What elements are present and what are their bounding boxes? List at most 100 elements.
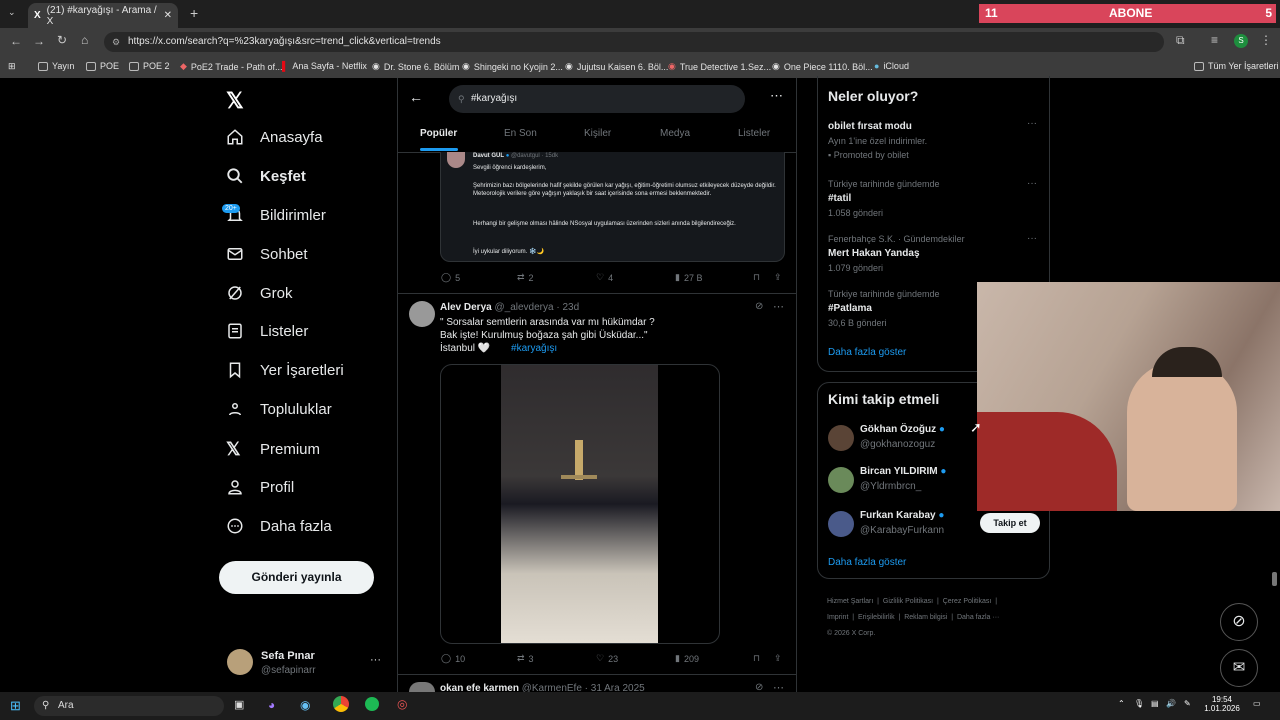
all-bookmarks[interactable]: Tüm Yer İşaretleri xyxy=(1194,61,1279,71)
url-field[interactable]: ⚙ https://x.com/search?q=%23karyağışı&sr… xyxy=(104,32,1164,52)
nav-grok[interactable]: Grok xyxy=(226,284,293,302)
apps-icon[interactable]: ⊞ xyxy=(8,61,16,72)
scrollbar-thumb[interactable] xyxy=(1272,572,1277,586)
more-icon[interactable]: ··· xyxy=(1027,178,1037,189)
more-icon[interactable]: ··· xyxy=(1027,118,1037,129)
footer-link[interactable]: Reklam bilgisi xyxy=(904,614,947,621)
trend-item[interactable]: Fenerbahçe S.K. · Gündemdekiler Mert Hak… xyxy=(818,229,1049,277)
volume-icon[interactable]: 🔊 xyxy=(1166,699,1176,708)
extensions-icon[interactable]: ⧉ xyxy=(1176,33,1185,48)
spotify-icon[interactable] xyxy=(365,697,379,711)
back-icon[interactable]: ← xyxy=(10,34,22,48)
bookmark-item[interactable]: POE 2 xyxy=(129,61,170,71)
footer-link[interactable]: Imprint xyxy=(827,614,848,621)
footer-link[interactable]: Daha fazla ··· xyxy=(957,614,999,621)
nav-chat[interactable]: Sohbet xyxy=(226,245,308,263)
forward-icon[interactable]: → xyxy=(33,34,45,48)
tray-chevron-icon[interactable]: ⌃ xyxy=(1118,699,1125,708)
views-button[interactable]: ▮ 209 xyxy=(675,653,699,664)
trend-item[interactable]: obilet fırsat modu Ayın 1'ine özel indir… xyxy=(818,116,1049,164)
close-tab-icon[interactable]: ✕ xyxy=(164,10,172,21)
nav-home[interactable]: Anasayfa xyxy=(226,128,323,146)
more-icon[interactable]: ⋯ xyxy=(773,300,784,313)
task-view-icon[interactable]: ▣ xyxy=(234,698,244,711)
repost-button[interactable]: ⇄ 3 xyxy=(517,653,534,664)
media-icon[interactable]: ≡ xyxy=(1211,33,1218,47)
windows-start-icon[interactable]: ⊞ xyxy=(10,698,21,714)
steam-icon[interactable]: ◉ xyxy=(300,698,310,712)
menu-icon[interactable]: ⋮ xyxy=(1260,33,1272,47)
new-tab-icon[interactable]: + xyxy=(190,5,198,21)
bookmark-button[interactable]: ⊓ xyxy=(753,272,760,283)
bookmark-item[interactable]: ◉ Jujutsu Kaisen 6. Böl... xyxy=(565,61,668,72)
network-icon[interactable]: ▤ xyxy=(1151,699,1159,708)
nav-more[interactable]: Daha fazla xyxy=(226,517,332,535)
tab-people[interactable]: Kişiler xyxy=(584,128,611,139)
account-switcher[interactable]: Sefa Pınar @sefapinarr ··· xyxy=(219,645,389,681)
nav-communities[interactable]: Topluluklar xyxy=(226,400,332,418)
more-icon[interactable]: ⋯ xyxy=(770,88,783,104)
bookmark-item[interactable]: POE xyxy=(86,61,119,71)
footer-link[interactable]: Erişilebilirlik xyxy=(858,614,895,621)
follow-button[interactable]: Takip et xyxy=(980,513,1040,533)
clock[interactable]: 19:54 1.01.2026 xyxy=(1204,695,1240,713)
repost-button[interactable]: ⇄ 2 xyxy=(517,272,534,283)
home-icon[interactable]: ⌂ xyxy=(81,33,88,47)
taskbar-search[interactable]: ⚲ Ara xyxy=(34,696,224,716)
share-button[interactable]: ⇪ xyxy=(774,653,782,664)
tweet-author[interactable]: Alev Derya @_alevderya · 23d xyxy=(440,302,579,313)
grok-icon[interactable]: ⊘ xyxy=(755,301,763,312)
nav-notifications[interactable]: Bildirimler xyxy=(226,206,326,224)
trend-item[interactable]: Türkiye tarihinde gündemde #tatil 1.058 … xyxy=(818,174,1049,222)
share-button[interactable]: ⇪ xyxy=(774,272,782,283)
nav-profile[interactable]: Profil xyxy=(226,478,294,496)
tab-popular[interactable]: Popüler xyxy=(420,128,457,139)
footer-link[interactable]: Çerez Politikası xyxy=(943,598,992,605)
site-info-icon[interactable]: ⚙ xyxy=(112,32,120,52)
bookmark-item[interactable]: ● iCloud xyxy=(874,61,909,71)
footer-link[interactable]: Gizlilik Politikası xyxy=(883,598,933,605)
messages-fab-icon[interactable]: ✉ xyxy=(1220,649,1258,687)
recorder-icon[interactable]: ◎ xyxy=(397,697,407,711)
show-more-link[interactable]: Daha fazla göster xyxy=(828,347,906,358)
search-input[interactable]: ⚲ #karyağışı xyxy=(449,85,745,113)
quoted-image[interactable]: Davut GÜL ● @davutgul · 15dk Sevgili öğr… xyxy=(440,152,785,262)
avatar[interactable] xyxy=(409,682,435,692)
nav-lists[interactable]: Listeler xyxy=(226,322,308,340)
footer-link[interactable]: Hizmet Şartları xyxy=(827,598,873,605)
post-button[interactable]: Gönderi yayınla xyxy=(219,561,374,594)
profile-avatar[interactable]: S xyxy=(1234,34,1248,48)
like-button[interactable]: ♡ 4 xyxy=(596,272,613,283)
follow-suggestion[interactable]: Furkan Karabay ● @KarabayFurkann Takip e… xyxy=(818,507,1049,543)
x-logo-icon[interactable]: 𝕏 xyxy=(226,88,244,114)
reply-button[interactable]: ◯ 10 xyxy=(441,653,465,664)
bookmark-item[interactable]: ▌ Ana Sayfa - Netflix xyxy=(282,61,367,71)
mic-icon[interactable]: 🎙 xyxy=(1134,699,1144,708)
reload-icon[interactable]: ↻ xyxy=(57,33,67,47)
chrome-icon[interactable] xyxy=(333,696,349,712)
tweet-media[interactable] xyxy=(440,364,720,644)
more-icon[interactable]: ··· xyxy=(370,654,381,666)
hashtag-link[interactable]: #karyağışı xyxy=(511,343,557,354)
bookmark-item[interactable]: ◉ Dr. Stone 6. Bölüm xyxy=(372,61,459,72)
tab-lists[interactable]: Listeler xyxy=(738,128,770,139)
bookmark-item[interactable]: Yayın xyxy=(38,61,74,71)
views-button[interactable]: ▮ 27 B xyxy=(675,272,702,283)
like-button[interactable]: ♡ 23 xyxy=(596,653,618,664)
discord-icon[interactable]: ◕ xyxy=(268,698,275,712)
nav-premium[interactable]: 𝕏 Premium xyxy=(226,439,320,460)
show-more-link[interactable]: Daha fazla göster xyxy=(828,557,906,568)
bookmark-item[interactable]: ◆ PoE2 Trade - Path of... xyxy=(180,61,282,72)
tab-search-icon[interactable]: ⌄ xyxy=(8,7,16,18)
bookmark-item[interactable]: ◉ One Piece 1110. Böl... xyxy=(772,61,873,72)
bookmark-item[interactable]: ◉ True Detective 1.Sez... xyxy=(668,61,771,72)
pen-icon[interactable]: ✎ xyxy=(1184,699,1191,708)
reply-button[interactable]: ◯ 5 xyxy=(441,272,460,283)
grok-fab-icon[interactable]: ⊘ xyxy=(1220,603,1258,641)
tab-latest[interactable]: En Son xyxy=(504,128,537,139)
bookmark-item[interactable]: ◉ Shingeki no Kyojin 2... xyxy=(462,61,563,72)
notifications-icon[interactable]: ▭ xyxy=(1253,699,1261,708)
nav-explore[interactable]: Keşfet xyxy=(226,167,306,185)
tab-media[interactable]: Medya xyxy=(660,128,690,139)
more-icon[interactable]: ··· xyxy=(1027,233,1037,244)
